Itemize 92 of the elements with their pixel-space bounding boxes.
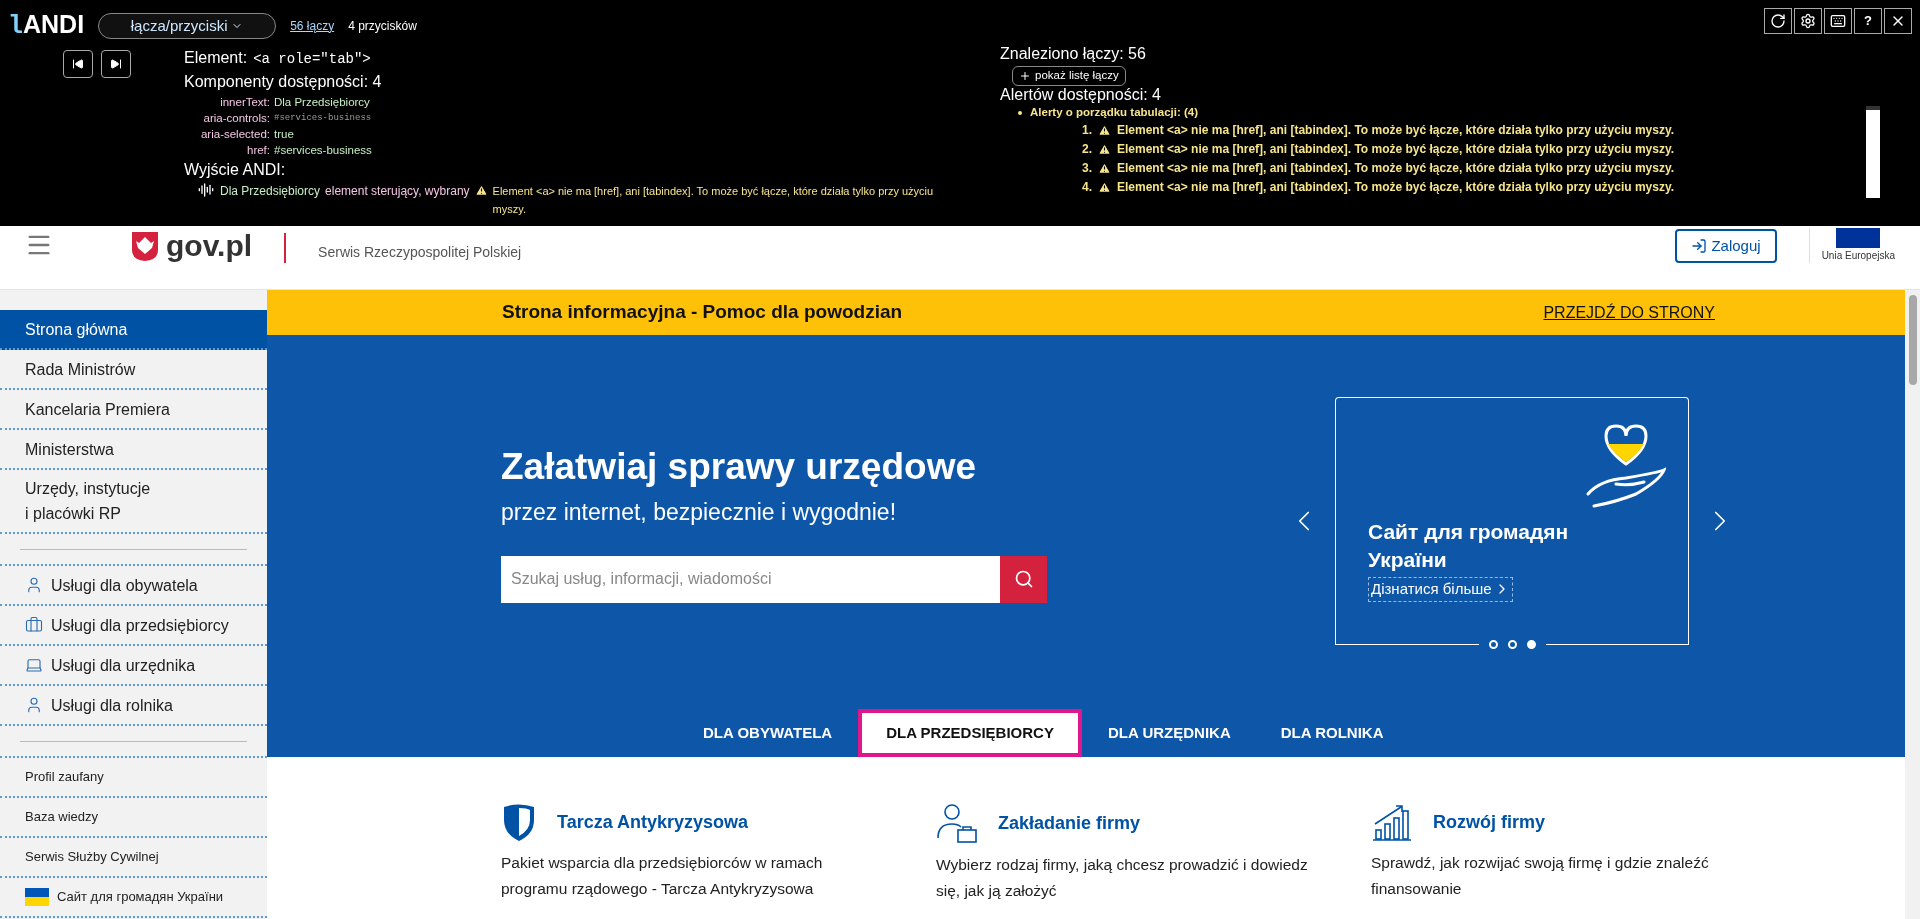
service-link[interactable]: Zakładanie firmy — [998, 809, 1141, 837]
service-description: Sprawdź, jak rozwijać swoją firmę i gdzie znaleźć finansowanie — [1371, 853, 1710, 899]
keyboard-icon — [1830, 13, 1846, 29]
alert-number: 1. — [1082, 122, 1092, 140]
scrollbar[interactable] — [1905, 290, 1920, 919]
search-icon — [1013, 569, 1034, 589]
element-tag: <a role="tab"> — [253, 48, 371, 70]
warning-icon — [474, 183, 488, 197]
sidebar-item[interactable]: Strona główna — [0, 310, 267, 350]
settings-button[interactable] — [1794, 8, 1822, 34]
previous-element-button[interactable] — [63, 49, 93, 78]
login-icon — [1691, 238, 1708, 254]
growth-chart-icon — [1371, 802, 1413, 842]
person-icon — [25, 576, 43, 594]
element-label: Element: — [184, 47, 248, 68]
shield-icon — [501, 802, 537, 842]
property-name: href: — [246, 142, 270, 158]
warning-icon — [1098, 143, 1111, 157]
person-briefcase-icon — [936, 802, 978, 844]
warning-icon — [1098, 162, 1111, 176]
keyboard-button[interactable] — [1824, 8, 1852, 34]
output-name: Dla Przedsiębiorcy — [220, 182, 321, 200]
flag-icon — [25, 888, 49, 906]
components-title: Komponenty dostępności: 4 — [184, 71, 383, 92]
eu-label: Unia Europejska — [1821, 249, 1895, 263]
andi-scrollbar[interactable] — [1866, 106, 1880, 198]
property-value: #services-business — [274, 142, 372, 158]
category-tab[interactable]: DLA URZĘDNIKA — [1083, 709, 1255, 757]
category-tab[interactable]: DLA PRZEDSIĘBIORCY — [858, 709, 1082, 757]
alert-message: Element <a> nie ma [href], ani [tabindex]. To może być łącze, które działa tylko przy użyciu myszy. — [492, 183, 935, 217]
alert-number: 3. — [1082, 160, 1092, 178]
links-found: Znaleziono łączy: 56 — [1000, 44, 1147, 64]
alert-text[interactable]: Element <a> nie ma [href], ani [tabindex]. To może być łącze, które działa tylko przy użyciu myszy. — [1117, 159, 1675, 179]
alerts-title: Alertów dostępności: 4 — [1000, 86, 1162, 104]
eagle-emblem-icon — [130, 230, 160, 262]
gov-logo[interactable]: gov.pl — [166, 229, 253, 263]
show-links-button[interactable]: pokaż listę łączy — [1012, 66, 1126, 86]
next-element-button[interactable] — [101, 49, 131, 78]
search-button[interactable] — [1000, 555, 1047, 603]
sidebar-item[interactable]: Serwis Służby Cywilnej — [0, 838, 267, 878]
refresh-icon — [1770, 13, 1786, 29]
settings-icon — [1800, 13, 1816, 29]
laptop-icon — [25, 656, 43, 674]
refresh-button[interactable] — [1764, 8, 1792, 34]
close-button[interactable] — [1884, 8, 1912, 34]
service-link[interactable]: Tarcza Antykryzysowa — [557, 808, 749, 836]
banner-text: Strona informacyjna - Pomoc dla powodzian — [502, 300, 903, 325]
alert-text[interactable]: Element <a> nie ma [href], ani [tabindex]. To może być łącze, które działa tylko przy użyciu myszy. — [1117, 178, 1675, 198]
property-value: #services-business — [274, 111, 372, 125]
search-field[interactable]: Szukaj usług, informacji, wiadomości — [501, 555, 1000, 603]
skip-back-icon — [72, 57, 84, 70]
skip-forward-icon — [110, 57, 122, 70]
carousel-title: Сайт для громадян України — [1368, 519, 1570, 573]
category-tab[interactable]: DLA OBYWATELA — [679, 709, 857, 757]
category-tab[interactable]: DLA ROLNIKA — [1256, 709, 1408, 757]
property-value: true — [274, 126, 294, 142]
service-description: Pakiet wsparcia dla przedsiębiorców w ramach programu rządowego - Tarcza Antykryzysowa — [501, 853, 824, 899]
service-description: Wybierz rodzaj firmy, jaką chcesz prowadzić i dowiedz się, jak ją założyć — [936, 855, 1309, 901]
output-title: Wyjście ANDI: — [184, 159, 287, 180]
property-name: innerText: — [219, 94, 270, 110]
buttons-count: 4 przycisków — [348, 17, 417, 35]
help-button[interactable]: ? — [1854, 8, 1882, 34]
banner-link[interactable]: PRZEJDŹ DO STRONY — [1543, 300, 1715, 325]
hero-subtitle: przez internet, bezpiecznie i wygodnie! — [501, 498, 898, 527]
warning-icon — [1098, 181, 1111, 195]
sidebar-item[interactable]: Baza wiedzy — [0, 798, 267, 838]
speaker-icon — [198, 181, 214, 198]
eu-flag-icon — [1836, 228, 1881, 248]
property-value: Dla Przedsiębiorcy — [274, 94, 370, 110]
alert-text[interactable]: Element <a> nie ma [href], ani [tabindex]. To może być łącze, które działa tylko przy użyciu myszy. — [1117, 140, 1675, 160]
alert-number: 2. — [1082, 141, 1092, 159]
property-name: aria-controls: — [202, 110, 270, 126]
service-link[interactable]: Rozwój firmy — [1433, 808, 1545, 836]
property-name: aria-selected: — [199, 126, 270, 142]
output-role: element sterujący, wybrany — [325, 182, 470, 200]
links-count-link[interactable]: 56 łączy — [290, 16, 335, 35]
mode-dropdown[interactable]: łącza/przyciski — [98, 12, 277, 39]
site-name: Serwis Rzeczypospolitej Polskiej — [318, 243, 522, 262]
sidebar-item[interactable]: Сайт для громадян України — [0, 878, 267, 918]
andi-logo: lANDI — [8, 9, 85, 43]
plus-icon — [1019, 70, 1031, 82]
warning-icon — [1098, 124, 1111, 138]
alert-text[interactable]: Element <a> nie ma [href], ani [tabindex]. To może być łącze, które działa tylko przy użyciu myszy. — [1117, 121, 1675, 141]
carousel-link[interactable]: Дізнатися більше — [1368, 577, 1513, 602]
sidebar-item[interactable]: Profil zaufany — [0, 758, 267, 798]
hero-title: Załatwiaj sprawy urzędowe — [501, 445, 977, 489]
briefcase-icon — [25, 616, 43, 634]
person-icon — [25, 696, 43, 714]
alert-number: 4. — [1082, 179, 1092, 197]
login-button[interactable]: Zaloguj — [1675, 229, 1777, 263]
alert-group[interactable]: Alerty o porządku tabulacji: (4) — [1030, 104, 1199, 122]
heart-in-hand-icon — [1586, 424, 1666, 508]
